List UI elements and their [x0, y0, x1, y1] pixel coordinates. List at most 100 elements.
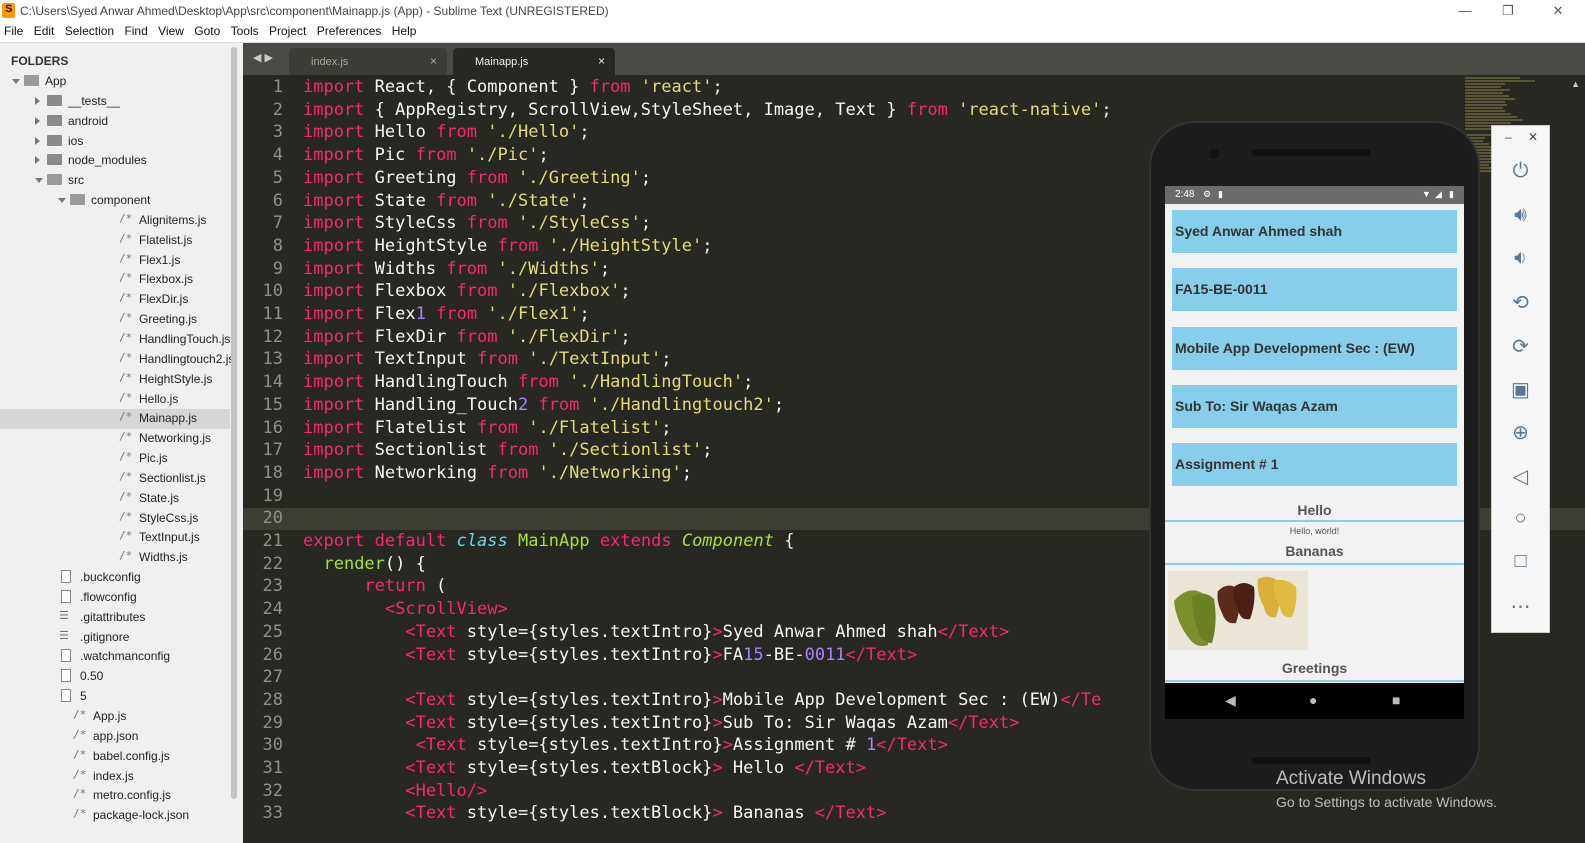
sidebar-item[interactable]: ios — [0, 132, 230, 152]
sidebar-item[interactable]: android — [0, 112, 230, 132]
sidebar-item[interactable]: /* Hello.js — [0, 390, 230, 410]
sidebar-item[interactable]: /* Handlingtouch2.js — [0, 350, 234, 370]
sidebar-item[interactable]: 5 — [0, 687, 230, 707]
sidebar-item[interactable]: /* Sectionlist.js — [0, 469, 230, 489]
sidebar-item[interactable]: /* HandlingTouch.js — [0, 330, 230, 350]
code-line[interactable]: import State from './State'; — [303, 191, 590, 211]
sidebar-item[interactable]: /* FlexDir.js — [0, 290, 230, 310]
code-line[interactable]: <Text style={styles.textBlock}> Bananas … — [303, 803, 886, 823]
menu-project[interactable]: Project — [269, 22, 306, 38]
code-line[interactable]: import { AppRegistry, ScrollView,StyleSh… — [303, 100, 1112, 120]
volume-down-icon[interactable]: 🔉︎ — [1492, 247, 1549, 270]
sidebar-item[interactable]: ☰ .gitignore — [0, 628, 230, 648]
code-line[interactable]: import React, { Component } from 'react'… — [303, 77, 723, 97]
code-line[interactable]: <Text style={styles.textIntro}>Syed Anwa… — [303, 622, 1009, 642]
code-line[interactable]: import Pic from './Pic'; — [303, 145, 549, 165]
code-line[interactable]: <Text style={styles.textIntro}>Sub To: S… — [303, 713, 1019, 733]
code-line[interactable]: import TextInput from './TextInput'; — [303, 349, 672, 369]
menu-help[interactable]: Help — [392, 22, 417, 38]
sidebar-item[interactable]: component — [0, 191, 230, 211]
power-icon[interactable]: ⏻ — [1492, 160, 1549, 183]
sidebar-item[interactable]: .flowconfig — [0, 588, 230, 608]
sidebar-item[interactable]: .watchmanconfig — [0, 647, 230, 667]
chevron-down-icon[interactable] — [58, 198, 66, 204]
menu-preferences[interactable]: Preferences — [317, 22, 382, 38]
tab-index-js[interactable]: index.js × — [289, 48, 447, 75]
code-line[interactable]: import Flex1 from './Flex1'; — [303, 304, 590, 324]
scroll-up-icon[interactable]: ▲ — [1571, 79, 1580, 89]
code-line[interactable]: <Text style={styles.textIntro}>Assignmen… — [303, 735, 948, 755]
menu-view[interactable]: View — [158, 22, 184, 38]
emulator-screen[interactable]: 2:48 ⚙ ▮ ▼ ◢ ▮ Syed Anwar Ahmed shah FA1… — [1165, 186, 1464, 719]
close-icon[interactable]: × — [430, 54, 437, 68]
sidebar-item[interactable]: node_modules — [0, 151, 230, 171]
sidebar-item[interactable]: /* State.js — [0, 489, 230, 509]
menu-goto[interactable]: Goto — [194, 22, 220, 38]
sidebar-item[interactable]: /* Greeting.js — [0, 310, 230, 330]
back-nav-icon[interactable]: ◀ — [1225, 692, 1236, 709]
zoom-icon[interactable]: ⊕ — [1492, 420, 1549, 445]
sidebar-item[interactable]: /* TextInput.js — [0, 528, 230, 548]
sidebar-item[interactable]: 0.50 — [0, 667, 230, 687]
sidebar-item[interactable]: ☰ .gitattributes — [0, 608, 230, 628]
code-line[interactable]: import Sectionlist from './Sectionlist'; — [303, 440, 712, 460]
code-line[interactable]: <Text style={styles.textBlock}> Hello </… — [303, 758, 866, 778]
code-line[interactable]: import Networking from './Networking'; — [303, 463, 692, 483]
menu-selection[interactable]: Selection — [65, 22, 114, 38]
tab-mainapp-js[interactable]: Mainapp.js × — [453, 48, 615, 75]
code-line[interactable]: import Widths from './Widths'; — [303, 259, 610, 279]
chevron-right-icon[interactable] — [35, 156, 40, 165]
chevron-right-icon[interactable] — [35, 116, 40, 125]
sidebar-item[interactable]: /* Flex1.js — [0, 251, 230, 271]
code-line[interactable]: <Text style={styles.textIntro}>FA15-BE-0… — [303, 645, 917, 665]
sidebar-item[interactable]: /* package-lock.json — [0, 806, 230, 826]
close-icon[interactable]: ✕ — [1528, 130, 1538, 144]
close-icon[interactable]: × — [598, 54, 605, 68]
code-line[interactable]: return ( — [303, 576, 446, 596]
sidebar-item[interactable]: /* index.js — [0, 767, 230, 787]
code-line[interactable]: import HeightStyle from './HeightStyle'; — [303, 236, 712, 256]
tab-nav-arrows[interactable]: ◀ ▶ — [253, 51, 273, 64]
sidebar-item[interactable]: /* Networking.js — [0, 429, 230, 449]
sidebar-item[interactable]: __tests__ — [0, 92, 230, 112]
sidebar-item[interactable]: /* Mainapp.js — [0, 409, 230, 430]
sidebar-scrollbar[interactable] — [231, 47, 237, 799]
menu-tools[interactable]: Tools — [231, 22, 259, 38]
code-line[interactable]: import Flatelist from './Flatelist'; — [303, 418, 672, 438]
code-line[interactable]: import HandlingTouch from './HandlingTou… — [303, 372, 753, 392]
sidebar-item[interactable]: src — [0, 171, 230, 191]
sidebar-item[interactable]: /* Alignitems.js — [0, 211, 230, 231]
code-line[interactable]: <ScrollView> — [303, 599, 508, 619]
code-line[interactable]: import StyleCss from './StyleCss'; — [303, 213, 651, 233]
camera-icon[interactable]: ▣ — [1492, 377, 1549, 402]
code-line[interactable]: import FlexDir from './FlexDir'; — [303, 327, 631, 347]
close-window-button[interactable]: ✕ — [1538, 1, 1578, 21]
chevron-down-icon[interactable] — [35, 178, 43, 184]
sidebar-item[interactable]: /* HeightStyle.js — [0, 370, 230, 390]
code-line[interactable]: render() { — [303, 554, 425, 574]
sidebar-item[interactable]: /* Pic.js — [0, 449, 230, 469]
home-icon[interactable]: ○ — [1492, 507, 1549, 530]
code-line[interactable]: <Text style={styles.textIntro}>Mobile Ap… — [303, 690, 1101, 710]
rotate-left-icon[interactable]: ⟲ — [1492, 290, 1549, 315]
rotate-right-icon[interactable]: ⟳ — [1492, 334, 1549, 359]
sidebar-item[interactable]: /* babel.config.js — [0, 747, 230, 767]
restore-button[interactable]: ❐ — [1488, 1, 1528, 21]
code-line[interactable]: import Handling_Touch2 from './Handlingt… — [303, 395, 784, 415]
code-line[interactable]: import Hello from './Hello'; — [303, 122, 590, 142]
code-line[interactable]: import Greeting from './Greeting'; — [303, 168, 651, 188]
minimize-button[interactable]: — — [1445, 1, 1485, 21]
sidebar-item[interactable]: .buckconfig — [0, 568, 230, 588]
code-line[interactable]: import Flexbox from './Flexbox'; — [303, 281, 631, 301]
code-line[interactable]: export default class MainApp extends Com… — [303, 531, 794, 551]
chevron-right-icon[interactable] — [35, 96, 40, 105]
sidebar-item[interactable]: /* metro.config.js — [0, 786, 230, 806]
sidebar-item[interactable]: /* Flexbox.js — [0, 270, 230, 290]
sidebar-item[interactable]: /* Flatelist.js — [0, 231, 230, 251]
minimize-icon[interactable]: – — [1505, 130, 1512, 144]
sidebar-item[interactable]: App — [0, 72, 230, 92]
sidebar-item[interactable]: /* StyleCss.js — [0, 509, 230, 529]
sidebar-item[interactable]: /* App.js — [0, 707, 230, 727]
chevron-down-icon[interactable] — [12, 79, 20, 84]
menu-find[interactable]: Find — [124, 22, 147, 38]
